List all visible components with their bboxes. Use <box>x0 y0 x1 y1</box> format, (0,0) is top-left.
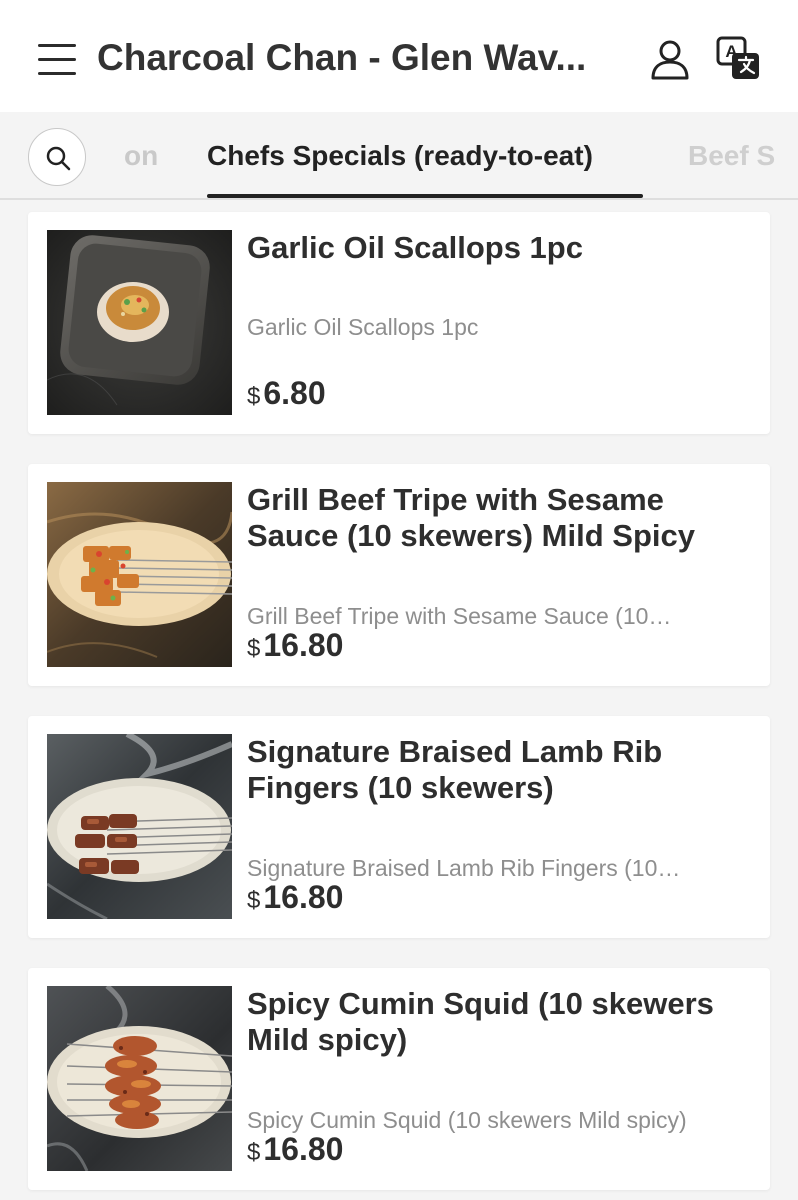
item-name: Signature Braised Lamb Rib Fingers (10 s… <box>247 734 663 805</box>
tab-chefs-specials[interactable]: Chefs Specials (ready-to-eat) <box>207 138 593 174</box>
item-name: Spicy Cumin Squid (10 skewers Mild spicy… <box>247 986 714 1057</box>
translate-icon[interactable]: A <box>715 36 763 82</box>
user-icon[interactable] <box>648 38 692 82</box>
item-name: Grill Beef Tripe with Sesame Sauce (10 s… <box>247 482 695 553</box>
search-button[interactable] <box>28 128 86 186</box>
menu-item-card[interactable]: Signature Braised Lamb Rib Fingers (10 s… <box>28 716 770 938</box>
food-photo-scallop <box>47 230 232 415</box>
food-photo-cumin-squid <box>47 986 232 1171</box>
menu-item-card[interactable]: Grill Beef Tripe with Sesame Sauce (10 s… <box>28 464 770 686</box>
currency-symbol: $ <box>247 887 261 914</box>
top-app-bar: Charcoal Chan - Glen Wav... A <box>0 0 798 112</box>
tab-next-category[interactable]: Beef S <box>688 138 798 174</box>
menu-item-list: Garlic Oil Scallops 1pc Garlic Oil Scall… <box>28 212 770 1200</box>
food-photo-beef-tripe <box>47 482 232 667</box>
tab-previous-category[interactable]: on <box>124 138 158 174</box>
food-photo-lamb-ribs <box>47 734 232 919</box>
price-value: 16.80 <box>263 879 344 915</box>
item-price: $16.80 <box>247 1130 343 1172</box>
category-tab-bar: on Chefs Specials (ready-to-eat) Beef S <box>0 112 798 200</box>
item-name: Garlic Oil Scallops 1pc <box>247 230 583 265</box>
hamburger-menu-icon[interactable] <box>38 42 78 76</box>
search-icon <box>46 146 71 171</box>
item-description: Garlic Oil Scallops 1pc <box>247 314 479 340</box>
price-value: 6.80 <box>263 375 326 411</box>
item-price: $6.80 <box>247 374 326 416</box>
currency-symbol: $ <box>247 383 261 410</box>
menu-item-card[interactable]: Spicy Cumin Squid (10 skewers Mild spicy… <box>28 968 770 1190</box>
menu-item-card[interactable]: Garlic Oil Scallops 1pc Garlic Oil Scall… <box>28 212 770 434</box>
item-price: $16.80 <box>247 878 343 920</box>
currency-symbol: $ <box>247 635 261 662</box>
item-price: $16.80 <box>247 626 343 668</box>
active-tab-indicator <box>207 194 643 198</box>
price-value: 16.80 <box>263 627 344 663</box>
price-value: 16.80 <box>263 1131 344 1167</box>
currency-symbol: $ <box>247 1139 261 1166</box>
restaurant-title: Charcoal Chan - Glen Wav... <box>97 37 587 78</box>
